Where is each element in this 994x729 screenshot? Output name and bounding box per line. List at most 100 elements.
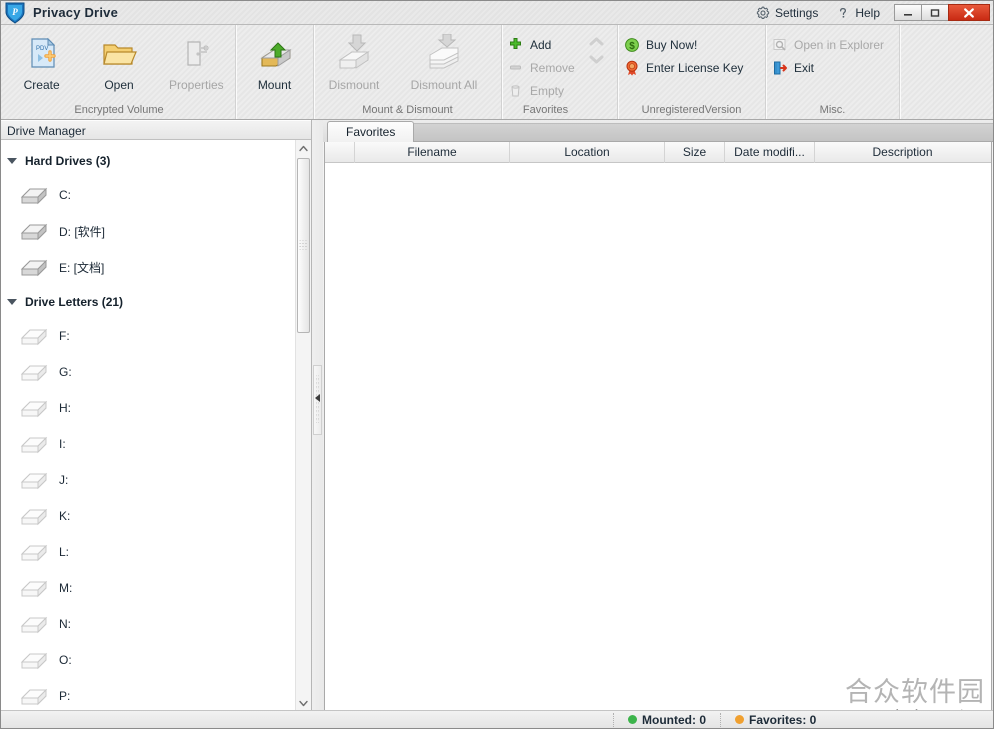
- help-button[interactable]: Help: [827, 2, 889, 24]
- create-label: Create: [23, 78, 60, 92]
- favorites-reorder-arrows: [583, 29, 611, 64]
- tree-group-drive-letters[interactable]: Drive Letters (21): [1, 285, 295, 318]
- title-bar-right: Settings Help: [747, 1, 993, 25]
- settings-label: Settings: [774, 5, 819, 20]
- column-header-date-modified[interactable]: Date modifi...: [725, 142, 815, 163]
- tree-item-drive-c[interactable]: C:: [1, 177, 295, 213]
- tree-item-drive-i[interactable]: I:: [1, 426, 295, 462]
- magnifier-icon: [771, 36, 788, 53]
- tree-item-label: P:: [59, 689, 71, 703]
- tree-group-label: Hard Drives (3): [25, 153, 111, 168]
- mount-button[interactable]: Mount: [236, 29, 313, 99]
- tree-item-drive-g[interactable]: G:: [1, 354, 295, 390]
- tree-item-drive-h[interactable]: H:: [1, 390, 295, 426]
- close-button[interactable]: [948, 4, 990, 21]
- mount-drive-icon: [254, 34, 296, 74]
- tree-item-drive-k[interactable]: K:: [1, 498, 295, 534]
- dismount-all-button: Dismount All: [394, 29, 494, 99]
- tree-item-drive-m[interactable]: M:: [1, 570, 295, 606]
- column-header-blank[interactable]: [325, 142, 355, 163]
- expand-triangle-icon: [7, 157, 17, 164]
- favorites-list-body[interactable]: [325, 163, 991, 711]
- enter-license-key-button[interactable]: Enter License Key: [618, 56, 751, 79]
- collapse-pane-arrow-icon[interactable]: [315, 394, 320, 402]
- tree-item-label: G:: [59, 365, 72, 379]
- main-content: Drive Manager Hard Drives (3) C: D: [软件]…: [1, 120, 993, 728]
- tree-item-drive-l[interactable]: L:: [1, 534, 295, 570]
- favorites-listview: Filename Location Size Date modifi... De…: [324, 142, 992, 712]
- empty-drive-icon: [19, 469, 55, 491]
- chevron-down-icon: [589, 54, 604, 64]
- ribbon-group-unregistered-version: $ Buy Now! Enter License Key Unregistere…: [618, 25, 766, 119]
- gear-icon: [756, 6, 770, 20]
- question-mark-icon: [836, 6, 850, 20]
- buy-now-button[interactable]: $ Buy Now!: [618, 33, 751, 56]
- group-label-favorites: Favorites: [522, 104, 569, 116]
- tree-item-drive-e[interactable]: E: [文档]: [1, 249, 295, 285]
- listview-column-headers: Filename Location Size Date modifi... De…: [325, 142, 991, 163]
- tree-item-drive-n[interactable]: N:: [1, 606, 295, 642]
- tab-favorites[interactable]: Favorites: [327, 121, 415, 142]
- column-header-size[interactable]: Size: [665, 142, 725, 163]
- drive-tree: Hard Drives (3) C: D: [软件] E: [文档] Drive…: [1, 140, 295, 712]
- ribbon-group-favorites: Add Remove Empty Favorites: [502, 25, 618, 119]
- group-label-unregistered-version: UnregisteredVersion: [641, 104, 742, 116]
- new-document-icon: PDV: [22, 34, 62, 74]
- tree-item-label: L:: [59, 545, 70, 559]
- open-in-explorer-button: Open in Explorer: [766, 33, 892, 56]
- tab-strip-filler: [414, 123, 993, 142]
- tree-item-label: I:: [59, 437, 66, 451]
- empty-drive-icon: [19, 361, 55, 383]
- open-button[interactable]: Open: [80, 29, 157, 99]
- chevron-up-icon: [589, 37, 604, 47]
- ribbon-group-mount: Mount: [236, 25, 314, 119]
- dismount-label: Dismount: [328, 78, 380, 92]
- scrollbar-thumb[interactable]: :::::::::: [297, 158, 310, 333]
- ribbon-group-misc: Open in Explorer Exit Misc.: [766, 25, 900, 119]
- properties-button: Properties: [158, 29, 235, 99]
- hard-drive-icon: [19, 220, 55, 242]
- tree-item-drive-o[interactable]: O:: [1, 642, 295, 678]
- exit-door-icon: [771, 59, 788, 76]
- mount-label: Mount: [257, 78, 292, 92]
- hard-drive-icon: [19, 184, 55, 206]
- tree-item-label: K:: [59, 509, 71, 523]
- column-header-location[interactable]: Location: [510, 142, 665, 163]
- ribbon-group-encrypted-volume: PDV Create Open Properties Encrypted Vol…: [3, 25, 236, 119]
- tree-item-label: O:: [59, 653, 72, 667]
- empty-drive-icon: [19, 649, 55, 671]
- registration-buttons: $ Buy Now! Enter License Key: [618, 29, 751, 79]
- create-button[interactable]: PDV Create: [3, 29, 80, 99]
- tree-group-hard-drives[interactable]: Hard Drives (3): [1, 144, 295, 177]
- drive-tree-vertical-scrollbar[interactable]: :::::::::: [295, 140, 311, 712]
- maximize-button[interactable]: [921, 4, 949, 21]
- tree-item-drive-d[interactable]: D: [软件]: [1, 213, 295, 249]
- enter-license-key-label: Enter License Key: [646, 60, 744, 75]
- group-label-mount: [236, 102, 313, 119]
- tree-item-drive-j[interactable]: J:: [1, 462, 295, 498]
- exit-button[interactable]: Exit: [766, 56, 892, 79]
- scroll-up-arrow-icon[interactable]: [296, 140, 312, 157]
- buy-now-label: Buy Now!: [646, 37, 698, 52]
- tree-item-label: F:: [59, 329, 70, 343]
- ribbon-toolbar: PDV Create Open Properties Encrypted Vol…: [1, 25, 993, 120]
- minus-icon: [507, 59, 524, 76]
- settings-button[interactable]: Settings: [747, 2, 827, 24]
- tab-favorites-label: Favorites: [346, 125, 396, 139]
- minimize-button[interactable]: [894, 4, 922, 21]
- dismount-all-label: Dismount All: [410, 78, 478, 92]
- tree-item-drive-f[interactable]: F:: [1, 318, 295, 354]
- column-header-filename[interactable]: Filename: [355, 142, 510, 163]
- window-title: Privacy Drive: [33, 5, 118, 20]
- folder-open-icon: [99, 34, 139, 74]
- add-favorite-button[interactable]: Add: [502, 33, 583, 56]
- column-header-description[interactable]: Description: [815, 142, 990, 163]
- empty-drive-icon: [19, 505, 55, 527]
- tree-item-drive-p[interactable]: P:: [1, 678, 295, 712]
- tree-item-label: D: [软件]: [59, 224, 106, 239]
- properties-label: Properties: [168, 78, 224, 92]
- pane-splitter[interactable]: ::::::::::::::::::::::::: [312, 120, 323, 728]
- tree-item-label: E: [文档]: [59, 260, 105, 275]
- exit-label: Exit: [794, 60, 815, 75]
- properties-icon: [176, 34, 216, 74]
